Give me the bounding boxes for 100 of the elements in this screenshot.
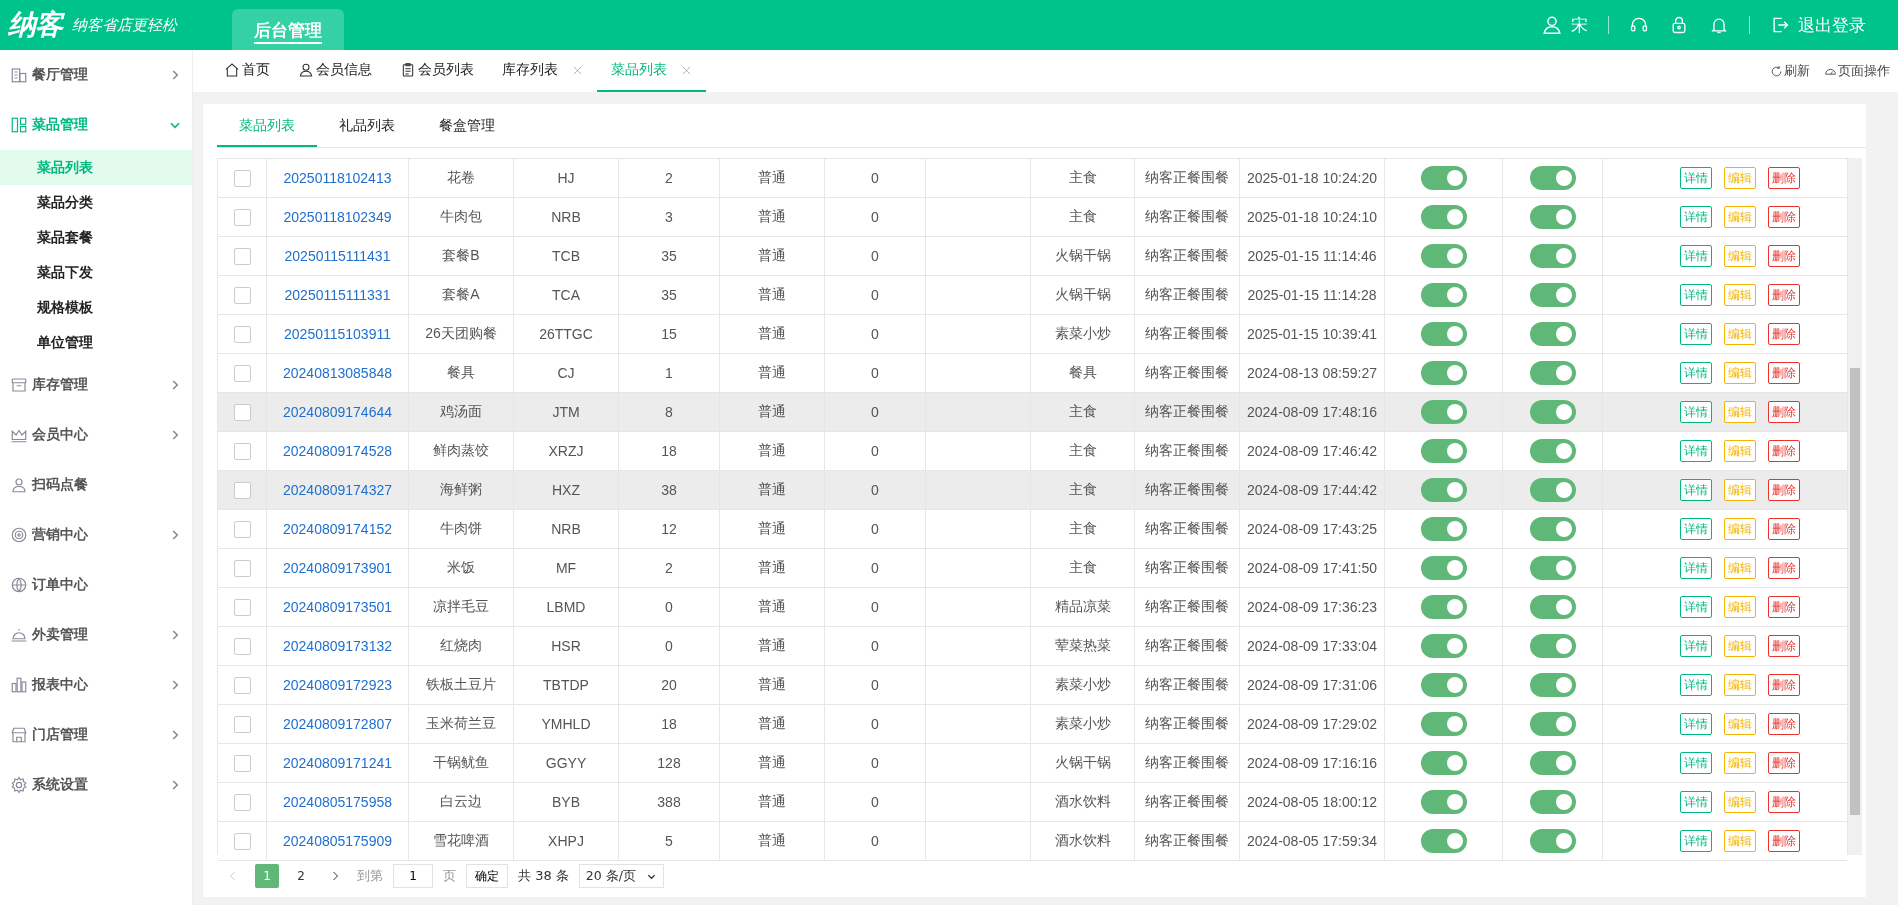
delete-button[interactable]: 删除 xyxy=(1768,713,1800,735)
item-code-link[interactable]: 20240805175958 xyxy=(283,794,392,810)
page-number-field[interactable]: 1 xyxy=(393,864,433,888)
delete-button[interactable]: 删除 xyxy=(1768,167,1800,189)
toggle-switch[interactable] xyxy=(1420,478,1467,502)
toggle-switch[interactable] xyxy=(1420,595,1467,619)
row-checkbox[interactable] xyxy=(233,598,251,616)
sidebar-subitem[interactable]: 单位管理 xyxy=(0,325,192,360)
toggle-switch[interactable] xyxy=(1420,205,1467,229)
item-code-link[interactable]: 20250115111431 xyxy=(284,248,391,264)
toggle-switch[interactable] xyxy=(1529,166,1576,190)
delete-button[interactable]: 删除 xyxy=(1768,752,1800,774)
item-code-link[interactable]: 20240809172923 xyxy=(283,677,392,693)
row-checkbox[interactable] xyxy=(233,793,251,811)
toggle-switch[interactable] xyxy=(1420,439,1467,463)
detail-button[interactable]: 详情 xyxy=(1680,830,1712,852)
row-checkbox[interactable] xyxy=(233,559,251,577)
user-name[interactable]: 宋 xyxy=(1571,13,1588,37)
delete-button[interactable]: 删除 xyxy=(1768,557,1800,579)
delete-button[interactable]: 删除 xyxy=(1768,518,1800,540)
toggle-switch[interactable] xyxy=(1529,478,1576,502)
toggle-switch[interactable] xyxy=(1420,361,1467,385)
toggle-switch[interactable] xyxy=(1420,322,1467,346)
sidebar-item[interactable]: 会员中心 xyxy=(0,410,192,460)
sidebar-subitem[interactable]: 菜品列表 xyxy=(0,150,192,185)
toggle-switch[interactable] xyxy=(1529,556,1576,580)
sidebar-subitem[interactable]: 菜品下发 xyxy=(0,255,192,290)
toggle-switch[interactable] xyxy=(1529,751,1576,775)
toggle-switch[interactable] xyxy=(1529,400,1576,424)
sidebar-item[interactable]: 扫码点餐 xyxy=(0,460,192,510)
page-tab[interactable]: 会员信息 xyxy=(284,50,386,92)
detail-button[interactable]: 详情 xyxy=(1680,713,1712,735)
toggle-switch[interactable] xyxy=(1420,166,1467,190)
toggle-switch[interactable] xyxy=(1420,283,1467,307)
detail-button[interactable]: 详情 xyxy=(1680,323,1712,345)
delete-button[interactable]: 删除 xyxy=(1768,635,1800,657)
detail-button[interactable]: 详情 xyxy=(1680,284,1712,306)
row-checkbox[interactable] xyxy=(233,715,251,733)
detail-button[interactable]: 详情 xyxy=(1680,635,1712,657)
logout-link[interactable]: 退出登录 xyxy=(1798,13,1866,37)
item-code-link[interactable]: 20240809173901 xyxy=(283,560,392,576)
item-code-link[interactable]: 20240809173501 xyxy=(283,599,392,615)
delete-button[interactable]: 删除 xyxy=(1768,401,1800,423)
row-checkbox[interactable] xyxy=(233,364,251,382)
toggle-switch[interactable] xyxy=(1420,244,1467,268)
item-code-link[interactable]: 20240809174152 xyxy=(283,521,392,537)
item-code-link[interactable]: 20240813085848 xyxy=(283,365,392,381)
toggle-switch[interactable] xyxy=(1529,439,1576,463)
sidebar-item[interactable]: 外卖管理 xyxy=(0,610,192,660)
detail-button[interactable]: 详情 xyxy=(1680,401,1712,423)
sidebar-item[interactable]: 订单中心 xyxy=(0,560,192,610)
toggle-switch[interactable] xyxy=(1529,244,1576,268)
detail-button[interactable]: 详情 xyxy=(1680,479,1712,501)
delete-button[interactable]: 删除 xyxy=(1768,206,1800,228)
item-code-link[interactable]: 20250115111331 xyxy=(284,287,391,303)
row-checkbox[interactable] xyxy=(233,286,251,304)
delete-button[interactable]: 删除 xyxy=(1768,284,1800,306)
sub-tab[interactable]: 餐盒管理 xyxy=(417,104,517,147)
sidebar-item[interactable]: 营销中心 xyxy=(0,510,192,560)
row-checkbox[interactable] xyxy=(233,754,251,772)
row-checkbox[interactable] xyxy=(233,637,251,655)
row-checkbox[interactable] xyxy=(233,442,251,460)
detail-button[interactable]: 详情 xyxy=(1680,167,1712,189)
item-code-link[interactable]: 20240809174644 xyxy=(283,404,392,420)
toggle-switch[interactable] xyxy=(1420,556,1467,580)
item-code-link[interactable]: 20240809174528 xyxy=(283,443,392,459)
row-checkbox[interactable] xyxy=(233,169,251,187)
delete-button[interactable]: 删除 xyxy=(1768,791,1800,813)
detail-button[interactable]: 详情 xyxy=(1680,362,1712,384)
delete-button[interactable]: 删除 xyxy=(1768,674,1800,696)
delete-button[interactable]: 删除 xyxy=(1768,362,1800,384)
toggle-switch[interactable] xyxy=(1420,790,1467,814)
item-code-link[interactable]: 20250115103911 xyxy=(284,326,391,342)
delete-button[interactable]: 删除 xyxy=(1768,830,1800,852)
detail-button[interactable]: 详情 xyxy=(1680,596,1712,618)
delete-button[interactable]: 删除 xyxy=(1768,596,1800,618)
row-checkbox[interactable] xyxy=(233,403,251,421)
toggle-switch[interactable] xyxy=(1420,400,1467,424)
item-code-link[interactable]: 20250118102349 xyxy=(283,209,392,225)
page-tab[interactable]: 会员列表 xyxy=(386,50,488,92)
detail-button[interactable]: 详情 xyxy=(1680,557,1712,579)
confirm-button[interactable]: 确定 xyxy=(466,864,508,888)
toggle-switch[interactable] xyxy=(1529,790,1576,814)
detail-button[interactable]: 详情 xyxy=(1680,440,1712,462)
detail-button[interactable]: 详情 xyxy=(1680,752,1712,774)
row-checkbox[interactable] xyxy=(233,481,251,499)
delete-button[interactable]: 删除 xyxy=(1768,440,1800,462)
delete-button[interactable]: 删除 xyxy=(1768,323,1800,345)
toggle-switch[interactable] xyxy=(1420,517,1467,541)
toggle-switch[interactable] xyxy=(1420,712,1467,736)
delete-button[interactable]: 删除 xyxy=(1768,245,1800,267)
toggle-switch[interactable] xyxy=(1420,634,1467,658)
item-code-link[interactable]: 20240805175909 xyxy=(283,833,392,849)
detail-button[interactable]: 详情 xyxy=(1680,518,1712,540)
sidebar-item[interactable]: 门店管理 xyxy=(0,710,192,760)
page-button[interactable]: 1 xyxy=(255,864,279,888)
toggle-switch[interactable] xyxy=(1529,361,1576,385)
toggle-switch[interactable] xyxy=(1529,205,1576,229)
toggle-switch[interactable] xyxy=(1529,829,1576,853)
sub-tab[interactable]: 礼品列表 xyxy=(317,104,417,147)
